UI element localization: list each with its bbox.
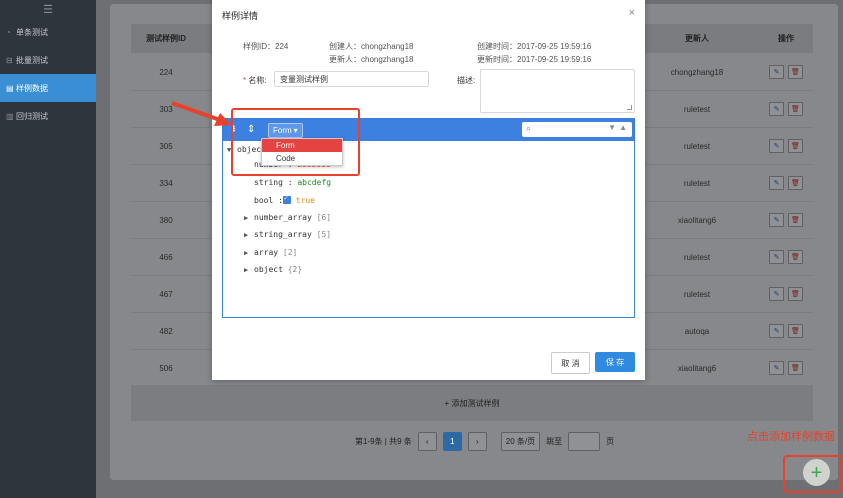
annotation-hint: 点击添加样例数据	[747, 431, 835, 443]
collapsed-icon[interactable]: ▶	[244, 266, 254, 274]
page-size-select[interactable]: 20 条/页	[500, 431, 541, 451]
cell-updater: xiaolitang6	[677, 215, 717, 225]
updater: 更新人：chongzhang18	[329, 55, 414, 64]
pagination: 第1-9条 | 共9 条 ‹ 1 › 20 条/页 跳至 页	[355, 431, 615, 451]
name-input[interactable]: 变量测试样例	[274, 71, 429, 87]
edit-icon[interactable]: ✎	[769, 65, 784, 79]
sidebar-item-single-test[interactable]: ◔ 单条测试	[0, 18, 96, 46]
modal-title: 样例详情	[222, 11, 259, 21]
tree-node-string-array[interactable]: ▶ string_array [5]	[244, 230, 331, 239]
edit-icon[interactable]: ✎	[769, 361, 784, 375]
tree-node-object[interactable]: ▶ object {2}	[244, 265, 302, 274]
sidebar: ☰ ◔ 单条测试 ⊟ 批量测试 ▤ 样例数据 ▥ 回归测试	[0, 0, 96, 498]
cell-id: 466	[159, 252, 173, 262]
cell-updater: chongzhang18	[670, 67, 724, 77]
header-id: 测试样例ID	[146, 33, 186, 43]
save-button[interactable]: 保 存	[595, 352, 635, 372]
sidebar-item-regression-test[interactable]: ▥ 回归测试	[0, 102, 96, 130]
annotation-arrow-icon	[171, 101, 232, 126]
add-fab-button[interactable]: +	[803, 459, 830, 486]
search-icon: ⌕	[526, 123, 532, 133]
cell-updater: autoqa	[684, 326, 710, 336]
editor-search-input[interactable]: ⌕ ▼ ▲	[522, 122, 632, 137]
sample-detail-modal: 样例详情 × 样例ID：224 创建人：chongzhang18 更新人：cho…	[212, 0, 645, 380]
delete-icon[interactable]: 🗑	[788, 213, 803, 227]
pagination-summary: 第1-9条 | 共9 条	[355, 436, 412, 446]
page-1-button[interactable]: 1	[442, 431, 462, 451]
cancel-button[interactable]: 取 消	[551, 352, 590, 374]
cell-id: 506	[159, 363, 173, 373]
sidebar-item-batch-test[interactable]: ⊟ 批量测试	[0, 46, 96, 74]
next-page-button[interactable]: ›	[467, 431, 487, 451]
creator: 创建人：chongzhang18	[329, 42, 414, 51]
edit-icon[interactable]: ✎	[769, 324, 784, 338]
edit-icon[interactable]: ✎	[769, 287, 784, 301]
delete-icon[interactable]: 🗑	[788, 287, 803, 301]
cell-updater: ruletest	[683, 289, 711, 299]
delete-icon[interactable]: 🗑	[788, 250, 803, 264]
stack-icon: ⊟	[6, 55, 13, 65]
name-label: * 名称:	[243, 76, 267, 85]
header-updater: 更新人	[685, 33, 709, 43]
tree-node-bool[interactable]: bool : true	[254, 194, 315, 205]
sidebar-item-label: 回归测试	[16, 111, 48, 121]
edit-icon[interactable]: ✎	[769, 139, 784, 153]
collapsed-icon[interactable]: ▶	[244, 231, 254, 239]
sidebar-item-label: 批量测试	[16, 55, 48, 65]
delete-icon[interactable]: 🗑	[788, 102, 803, 116]
edit-icon[interactable]: ✎	[769, 213, 784, 227]
cell-id: 305	[159, 141, 173, 151]
cell-id: 380	[159, 215, 173, 225]
sidebar-item-sample-data[interactable]: ▤ 样例数据	[0, 74, 96, 102]
sidebar-item-label: 样例数据	[16, 83, 48, 93]
cell-id: 334	[159, 178, 173, 188]
page-unit-label: 页	[606, 436, 615, 446]
delete-icon[interactable]: 🗑	[788, 176, 803, 190]
cell-updater: xiaolitang6	[677, 363, 717, 373]
description-textarea[interactable]	[480, 69, 635, 113]
annotation-highlight-box	[231, 108, 360, 176]
delete-icon[interactable]: 🗑	[788, 65, 803, 79]
cell-id: 467	[159, 289, 173, 299]
sample-id: 样例ID：224	[243, 42, 289, 51]
edit-icon[interactable]: ✎	[769, 250, 784, 264]
collapsed-icon[interactable]: ▶	[244, 214, 254, 222]
cell-updater: ruletest	[683, 178, 711, 188]
cell-id: 482	[159, 326, 173, 336]
delete-icon[interactable]: 🗑	[788, 324, 803, 338]
cell-updater: ruletest	[683, 104, 711, 114]
add-sample-button[interactable]: + 添加测试样例	[131, 385, 813, 421]
created-at: 创建时间：2017-09-25 19:59:16	[477, 42, 592, 51]
cell-id: 224	[159, 67, 173, 77]
sidebar-item-label: 单条测试	[16, 27, 48, 37]
menu-icon[interactable]: ☰	[0, 0, 96, 18]
list-icon: ▥	[6, 111, 14, 121]
close-icon[interactable]: ×	[629, 7, 635, 19]
goto-label: 跳至	[546, 436, 563, 446]
required-mark: *	[243, 76, 247, 85]
header-ops: 操作	[778, 33, 794, 43]
goto-page-input[interactable]	[568, 431, 601, 451]
cell-updater: ruletest	[683, 252, 711, 262]
document-icon: ▤	[6, 83, 14, 93]
prev-page-button[interactable]: ‹	[417, 431, 437, 451]
updated-at: 更新时间：2017-09-25 19:59:16	[477, 55, 592, 64]
edit-icon[interactable]: ✎	[769, 102, 784, 116]
delete-icon[interactable]: 🗑	[788, 361, 803, 375]
tree-node-string[interactable]: string : abcdefg	[254, 178, 331, 187]
search-prev-icon[interactable]: ▲	[619, 123, 627, 132]
cell-updater: ruletest	[683, 141, 711, 151]
delete-icon[interactable]: 🗑	[788, 139, 803, 153]
search-next-icon[interactable]: ▼	[608, 123, 616, 132]
collapsed-icon[interactable]: ▶	[244, 249, 254, 257]
tree-node-number-array[interactable]: ▶ number_array [6]	[244, 213, 331, 222]
gauge-icon: ◔	[6, 27, 11, 37]
checkbox-icon[interactable]	[282, 194, 291, 204]
desc-label: 描述:	[457, 76, 476, 85]
edit-icon[interactable]: ✎	[769, 176, 784, 190]
tree-node-array[interactable]: ▶ array [2]	[244, 248, 297, 257]
